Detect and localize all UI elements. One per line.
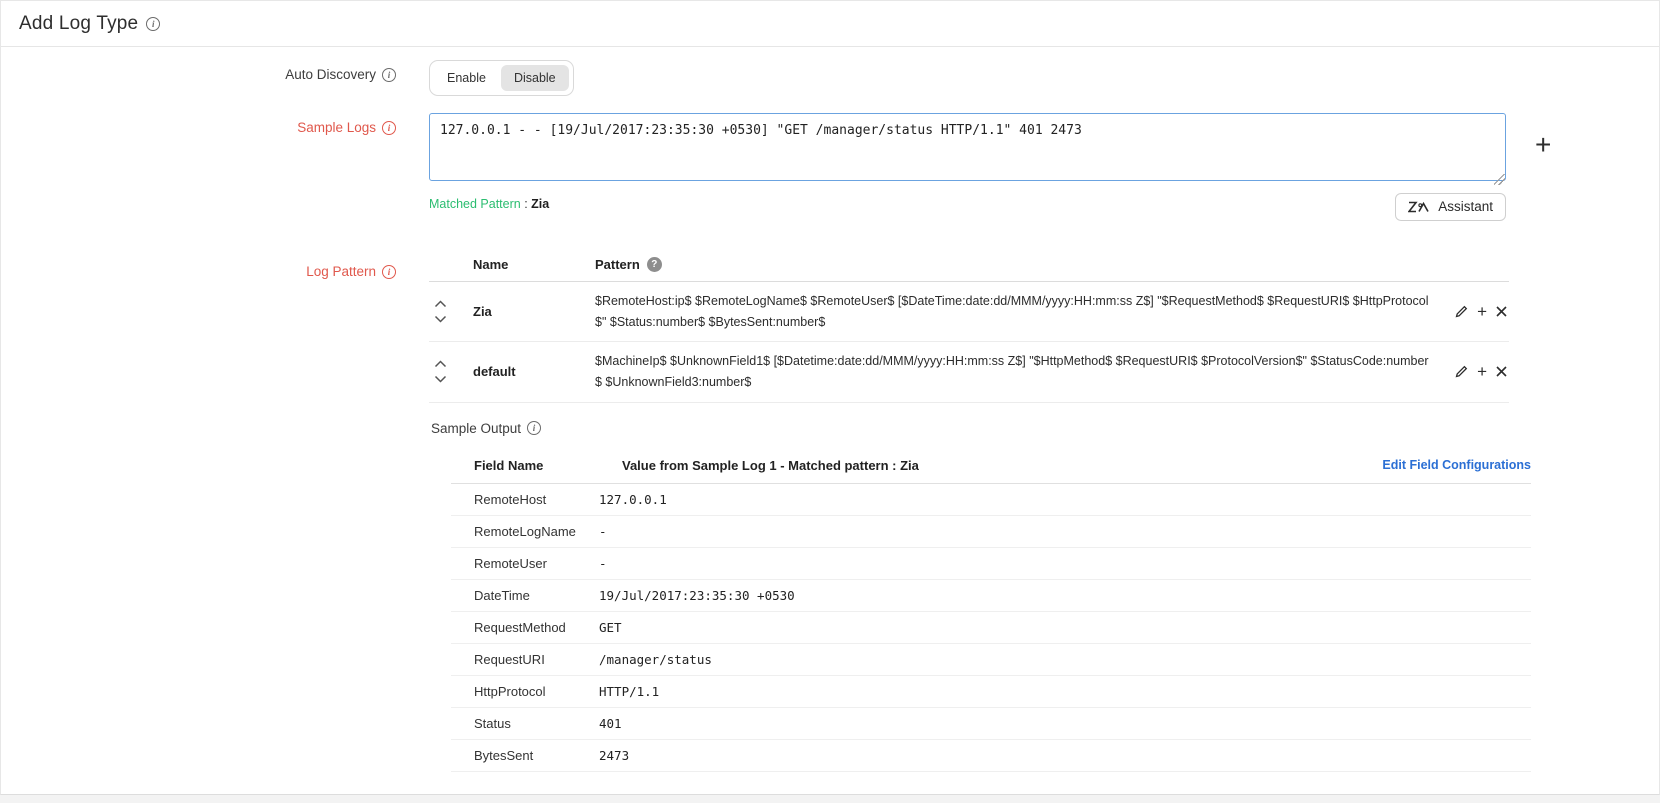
field-name: RequestMethod [451, 620, 599, 635]
pattern-name: default [473, 364, 595, 379]
sample-output-label: Sample Output i [431, 421, 1659, 436]
move-up-icon[interactable] [434, 360, 447, 368]
add-pattern-icon[interactable]: + [1477, 303, 1487, 320]
field-value: 401 [599, 716, 1531, 731]
sample-log-input[interactable] [429, 113, 1506, 181]
sample-output-label-text: Sample Output [431, 421, 521, 436]
field-value: - [599, 524, 1531, 539]
field-name: RemoteUser [451, 556, 599, 571]
page-title: Add Log Type i [19, 13, 160, 35]
delete-pattern-icon[interactable] [1496, 306, 1507, 317]
field-name: HttpProtocol [451, 684, 599, 699]
auto-discovery-toggle[interactable]: Enable Disable [429, 60, 574, 96]
column-header-field-name: Field Name [451, 458, 599, 473]
table-row: RemoteLogName - [451, 516, 1531, 548]
add-log-type-panel: Add Log Type i Auto Discovery i Enable D… [0, 0, 1660, 795]
auto-discovery-disable-option[interactable]: Disable [501, 65, 569, 91]
table-row: RemoteHost 127.0.0.1 [451, 484, 1531, 516]
pattern-text: $RemoteHost:ip$ $RemoteLogName$ $RemoteU… [595, 291, 1435, 332]
field-name: RequestURI [451, 652, 599, 667]
column-header-name: Name [473, 257, 595, 272]
assistant-button[interactable]: Assistant [1395, 193, 1506, 221]
add-sample-log-button[interactable]: + [1535, 131, 1551, 159]
info-icon: i [382, 68, 396, 82]
resize-handle[interactable] [1494, 174, 1505, 185]
edit-pattern-icon[interactable] [1455, 305, 1468, 318]
info-icon: i [146, 17, 160, 31]
sample-logs-row: Sample Logs i + Matched Pattern : Zia [1, 113, 1659, 221]
auto-discovery-enable-option[interactable]: Enable [434, 65, 499, 91]
help-icon[interactable]: ? [647, 257, 662, 272]
info-icon: i [527, 421, 541, 435]
table-row: HttpProtocol HTTP/1.1 [451, 676, 1531, 708]
table-row: RemoteUser - [451, 548, 1531, 580]
auto-discovery-row: Auto Discovery i Enable Disable [1, 60, 1659, 96]
log-pattern-row-zia: Zia $RemoteHost:ip$ $RemoteLogName$ $Rem… [429, 282, 1509, 342]
matched-pattern-value: Zia [531, 197, 549, 211]
column-header-pattern: Pattern [595, 257, 640, 272]
field-name: Status [451, 716, 599, 731]
field-value: 2473 [599, 748, 1531, 763]
log-pattern-label: Log Pattern i [1, 257, 396, 279]
sample-output-table: Field Name Value from Sample Log 1 - Mat… [451, 450, 1531, 772]
column-header-value: Value from Sample Log 1 - Matched patter… [599, 458, 1301, 473]
field-value: HTTP/1.1 [599, 684, 1531, 699]
sample-logs-label-text: Sample Logs [297, 120, 376, 135]
zia-icon [1408, 200, 1431, 214]
log-pattern-row: Log Pattern i Name Pattern ? [1, 257, 1659, 772]
table-row: RequestURI /manager/status [451, 644, 1531, 676]
edit-pattern-icon[interactable] [1455, 365, 1468, 378]
log-pattern-table: Name Pattern ? Zia $RemoteHost:ip$ $Remo… [429, 257, 1509, 403]
add-pattern-icon[interactable]: + [1477, 363, 1487, 380]
sample-output-table-header: Field Name Value from Sample Log 1 - Mat… [451, 450, 1531, 484]
log-pattern-label-text: Log Pattern [306, 264, 376, 279]
field-value: 19/Jul/2017:23:35:30 +0530 [599, 588, 1531, 603]
field-value: - [599, 556, 1531, 571]
table-row: Status 401 [451, 708, 1531, 740]
auto-discovery-label: Auto Discovery i [1, 60, 396, 82]
delete-pattern-icon[interactable] [1496, 366, 1507, 377]
table-row: BytesSent 2473 [451, 740, 1531, 772]
move-down-icon[interactable] [434, 375, 447, 383]
assistant-button-label: Assistant [1438, 199, 1493, 214]
table-row: RequestMethod GET [451, 612, 1531, 644]
table-row: DateTime 19/Jul/2017:23:35:30 +0530 [451, 580, 1531, 612]
auto-discovery-label-text: Auto Discovery [285, 67, 376, 82]
field-value: 127.0.0.1 [599, 492, 1531, 507]
move-down-icon[interactable] [434, 315, 447, 323]
log-pattern-row-default: default $MachineIp$ $UnknownField1$ [$Da… [429, 342, 1509, 402]
info-icon: i [382, 265, 396, 279]
page-header: Add Log Type i [1, 1, 1659, 47]
field-name: RemoteHost [451, 492, 599, 507]
field-value: /manager/status [599, 652, 1531, 667]
pattern-name: Zia [473, 304, 595, 319]
field-name: BytesSent [451, 748, 599, 763]
field-name: DateTime [451, 588, 599, 603]
matched-pattern-status: Matched Pattern : Zia [429, 193, 549, 211]
field-value: GET [599, 620, 1531, 635]
info-icon: i [382, 121, 396, 135]
sample-logs-label: Sample Logs i [1, 113, 396, 135]
edit-field-configurations-link[interactable]: Edit Field Configurations [1301, 458, 1531, 472]
field-name: RemoteLogName [451, 524, 599, 539]
log-pattern-table-header: Name Pattern ? [429, 257, 1509, 282]
pattern-text: $MachineIp$ $UnknownField1$ [$Datetime:d… [595, 351, 1435, 392]
page-title-text: Add Log Type [19, 13, 138, 35]
move-up-icon[interactable] [434, 300, 447, 308]
matched-pattern-label: Matched Pattern [429, 197, 521, 211]
